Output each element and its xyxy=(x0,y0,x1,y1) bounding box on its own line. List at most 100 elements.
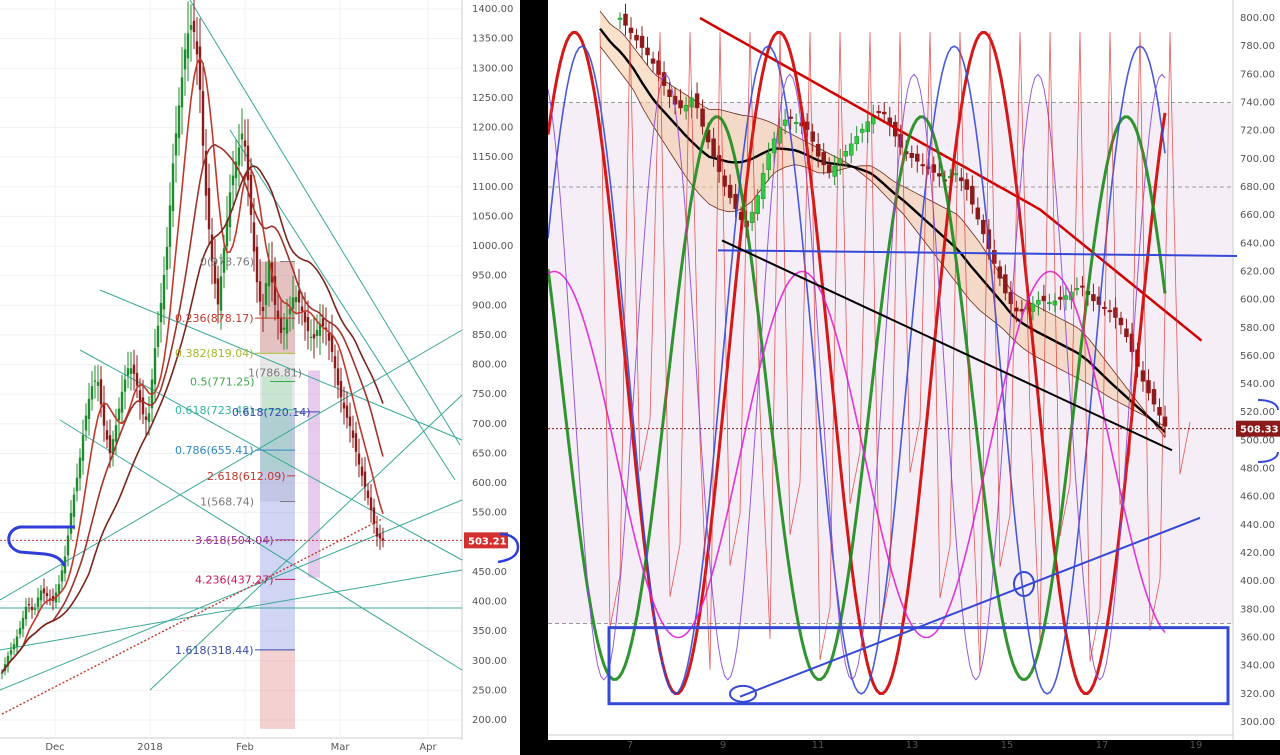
candle-body xyxy=(859,128,865,133)
y-tick-label: 560.00 xyxy=(1240,351,1275,362)
candle-body xyxy=(881,111,887,115)
y-tick-label: 740.00 xyxy=(1240,97,1275,108)
candle-body xyxy=(1107,310,1113,313)
candle-body xyxy=(645,47,650,56)
candle-body xyxy=(826,164,832,173)
y-tick-label: 780.00 xyxy=(1240,41,1275,52)
y-tick-label: 580.00 xyxy=(1240,323,1275,334)
candle-body xyxy=(782,119,788,126)
candle-body xyxy=(760,173,766,199)
y-tick-label: 640.00 xyxy=(1240,238,1275,249)
candle-body xyxy=(1047,302,1052,305)
candle-body xyxy=(964,179,970,190)
candle-body xyxy=(1003,274,1008,294)
candle-body xyxy=(959,177,964,182)
candle-body xyxy=(711,138,716,158)
candle-body xyxy=(639,35,645,48)
y-tick-label: 400.00 xyxy=(1240,576,1275,587)
candle-body xyxy=(843,151,848,157)
y-tick-label: 720.00 xyxy=(1240,126,1275,137)
candle-body xyxy=(832,165,837,177)
candle-body xyxy=(656,60,661,75)
left-border-strip xyxy=(525,0,548,755)
candle-body xyxy=(975,207,981,220)
candle-body xyxy=(1036,299,1041,305)
candle-body xyxy=(821,152,826,166)
candle-body xyxy=(1146,380,1151,394)
candle-body xyxy=(694,93,700,109)
y-tick-label: 700.00 xyxy=(1240,154,1275,165)
y-tick-label: 500.00 xyxy=(1240,435,1275,446)
candle-body xyxy=(854,136,859,145)
candle-body xyxy=(848,143,854,156)
candle-body xyxy=(683,105,689,112)
y-tick-label: 520.00 xyxy=(1240,407,1275,418)
candle-body xyxy=(623,13,628,26)
candle-body xyxy=(650,58,656,64)
candle-body xyxy=(1091,294,1096,302)
y-tick-label: 340.00 xyxy=(1240,661,1275,672)
candle-body xyxy=(837,158,843,164)
candle-body xyxy=(1102,306,1107,309)
x-tick-label: 19 xyxy=(1190,740,1203,751)
y-tick-label: 320.00 xyxy=(1240,689,1275,700)
candle-body xyxy=(1074,288,1080,291)
candle-body xyxy=(920,164,926,167)
candle-body xyxy=(1063,295,1069,300)
candle-body xyxy=(793,121,799,124)
candle-body xyxy=(1151,389,1157,405)
y-tick-label: 680.00 xyxy=(1240,182,1275,193)
y-tick-label: 800.00 xyxy=(1240,13,1275,24)
candle-body xyxy=(617,17,623,20)
y-tick-label: 380.00 xyxy=(1240,604,1275,615)
candle-body xyxy=(1124,328,1129,338)
x-tick-label: 7 xyxy=(627,740,633,751)
candle-body xyxy=(749,211,755,223)
chart-screenshot: 1400.00 1350.00 1300.00 1250.00 1200.00 1150.… xyxy=(0,0,1280,755)
candle-body xyxy=(909,153,915,158)
candle-body xyxy=(1058,296,1063,300)
candle-body xyxy=(667,89,672,97)
y-tick-label: 540.00 xyxy=(1240,379,1275,390)
y-tick-label: 460.00 xyxy=(1240,492,1275,503)
y-tick-label: 440.00 xyxy=(1240,520,1275,531)
y-tick-label: 420.00 xyxy=(1240,548,1275,559)
y-tick-label: 660.00 xyxy=(1240,210,1275,221)
x-tick-label: 13 xyxy=(906,740,919,751)
x-tick-label: 17 xyxy=(1096,740,1109,751)
candle-body xyxy=(970,185,975,205)
candle-body xyxy=(815,143,821,157)
candle-body xyxy=(1030,303,1036,312)
candle-body xyxy=(1014,307,1019,312)
candle-body xyxy=(876,111,881,114)
candle-body xyxy=(915,153,920,162)
price-badge-label: 508.33 xyxy=(1240,425,1279,436)
candle-body xyxy=(1113,307,1118,318)
x-tick-label: 15 xyxy=(1001,740,1014,751)
candle-body xyxy=(1140,370,1146,382)
candle-body xyxy=(1157,407,1162,416)
candle-body xyxy=(700,108,705,127)
candle-body xyxy=(1052,300,1058,306)
y-tick-label: 600.00 xyxy=(1240,295,1275,306)
y-tick-label: 760.00 xyxy=(1240,69,1275,80)
y-tick-label: 620.00 xyxy=(1240,266,1275,277)
candle-body xyxy=(997,266,1003,279)
candle-body xyxy=(628,27,634,34)
candle-body xyxy=(634,34,639,41)
candle-body xyxy=(727,184,733,198)
candle-body xyxy=(1118,317,1124,326)
candle-body xyxy=(788,116,793,119)
candle-body xyxy=(766,153,771,170)
candle-body xyxy=(755,195,760,214)
y-tick-label: 360.00 xyxy=(1240,633,1275,644)
candle-body xyxy=(937,173,942,177)
y-tick-label: 480.00 xyxy=(1240,464,1275,475)
candle-body xyxy=(1162,416,1168,427)
right-candlestick-chart[interactable]: 800.00 780.00 760.00 740.00 720.00 700.00 680.… xyxy=(0,0,1280,755)
candle-body xyxy=(678,100,683,109)
y-tick-label: 300.00 xyxy=(1240,717,1275,728)
candle-body xyxy=(981,219,986,235)
x-tick-label: 11 xyxy=(812,740,825,751)
x-tick-label: 9 xyxy=(720,740,726,751)
